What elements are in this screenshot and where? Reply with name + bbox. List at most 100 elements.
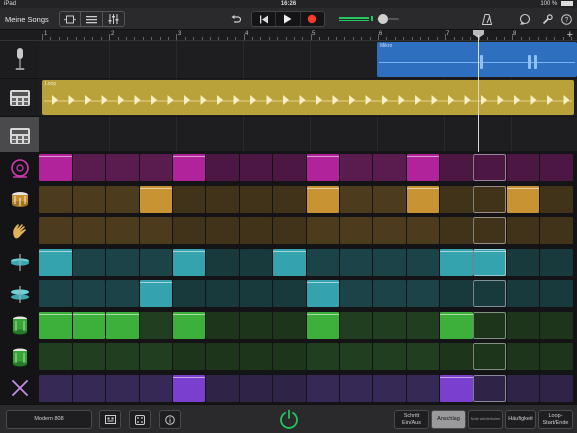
step-pad[interactable] xyxy=(340,185,373,213)
randomize-button[interactable] xyxy=(129,410,151,429)
step-pad[interactable] xyxy=(39,248,72,276)
step-pad[interactable] xyxy=(507,374,540,402)
chance-button[interactable]: Häufigkeit xyxy=(505,410,536,429)
step-pad[interactable] xyxy=(139,217,172,244)
step-pad[interactable] xyxy=(173,154,206,181)
step-pad[interactable] xyxy=(273,248,306,276)
audio-region[interactable]: Mikro xyxy=(377,42,577,77)
step-pad[interactable] xyxy=(273,280,306,307)
step-pad[interactable] xyxy=(306,374,339,402)
step-pad[interactable] xyxy=(173,280,206,307)
tracks-view-button[interactable] xyxy=(81,12,103,26)
step-pad[interactable] xyxy=(507,154,540,181)
step-pad[interactable] xyxy=(206,280,239,307)
master-volume-slider[interactable] xyxy=(377,14,399,24)
step-pad[interactable] xyxy=(39,185,72,213)
step-pad[interactable] xyxy=(139,374,172,402)
step-pad[interactable] xyxy=(273,217,306,244)
step-pad[interactable] xyxy=(507,343,540,370)
step-pad[interactable] xyxy=(39,374,72,402)
step-pad[interactable] xyxy=(173,217,206,244)
step-pad[interactable] xyxy=(373,248,406,276)
step-pad[interactable] xyxy=(507,185,540,213)
step-pad[interactable] xyxy=(273,185,306,213)
pattern-button[interactable] xyxy=(99,410,121,429)
play-button[interactable] xyxy=(276,12,301,26)
step-pad[interactable] xyxy=(440,343,473,370)
step-pad[interactable] xyxy=(306,280,339,307)
step-pad[interactable] xyxy=(39,217,72,244)
step-pad[interactable] xyxy=(373,217,406,244)
step-pad[interactable] xyxy=(507,311,540,339)
step-pad[interactable] xyxy=(306,343,339,370)
step-pad[interactable] xyxy=(39,154,72,181)
step-pad[interactable] xyxy=(173,311,206,339)
drum-row-header-snare[interactable] xyxy=(0,184,39,216)
step-pad[interactable] xyxy=(473,374,506,402)
step-pad[interactable] xyxy=(440,248,473,276)
step-pad[interactable] xyxy=(540,217,573,244)
record-button[interactable] xyxy=(301,12,324,26)
step-pad[interactable] xyxy=(106,280,139,307)
step-pad[interactable] xyxy=(373,185,406,213)
drum-row-header-tom-high[interactable] xyxy=(0,341,39,373)
step-pad[interactable] xyxy=(206,154,239,181)
step-pad[interactable] xyxy=(306,311,339,339)
step-pad[interactable] xyxy=(273,374,306,402)
step-pad[interactable] xyxy=(340,343,373,370)
step-pad[interactable] xyxy=(473,248,506,276)
step-pad[interactable] xyxy=(173,185,206,213)
step-pad[interactable] xyxy=(540,311,573,339)
step-pad[interactable] xyxy=(340,217,373,244)
step-pad[interactable] xyxy=(239,374,273,402)
step-pad[interactable] xyxy=(72,280,106,307)
drum-row-header-clap[interactable] xyxy=(0,215,39,247)
track-header-beat-sequencer-2[interactable] xyxy=(0,117,39,155)
step-pad[interactable] xyxy=(373,311,406,339)
track-lane-beat-sequencer-2[interactable] xyxy=(39,117,577,152)
step-pad[interactable] xyxy=(406,217,440,244)
step-pad[interactable] xyxy=(406,248,440,276)
step-pad[interactable] xyxy=(440,154,473,181)
step-pad[interactable] xyxy=(72,374,106,402)
volume-knob[interactable] xyxy=(378,14,388,24)
step-pad[interactable] xyxy=(239,154,273,181)
step-pad[interactable] xyxy=(206,311,239,339)
step-pad[interactable] xyxy=(406,311,440,339)
step-pad[interactable] xyxy=(373,154,406,181)
step-pad[interactable] xyxy=(273,311,306,339)
step-pad[interactable] xyxy=(373,343,406,370)
step-pad[interactable] xyxy=(406,374,440,402)
playhead[interactable] xyxy=(478,35,479,152)
step-pad[interactable] xyxy=(540,154,573,181)
step-pad[interactable] xyxy=(507,217,540,244)
note-repeat-button[interactable]: Note wiederholen xyxy=(468,410,503,429)
step-pad[interactable] xyxy=(340,374,373,402)
step-pad[interactable] xyxy=(540,280,573,307)
step-pad[interactable] xyxy=(340,311,373,339)
step-pad[interactable] xyxy=(473,280,506,307)
step-pad[interactable] xyxy=(406,343,440,370)
step-pad[interactable] xyxy=(72,154,106,181)
step-pad[interactable] xyxy=(72,217,106,244)
loop-region[interactable]: Loop xyxy=(42,80,574,115)
step-pad[interactable] xyxy=(373,280,406,307)
step-pad[interactable] xyxy=(106,248,139,276)
kit-selector-button[interactable]: Modern 808 xyxy=(6,410,92,429)
step-pad[interactable] xyxy=(39,343,72,370)
step-pad[interactable] xyxy=(273,343,306,370)
step-pad[interactable] xyxy=(206,217,239,244)
drum-row-header-hihat-closed[interactable] xyxy=(0,247,39,279)
step-pad[interactable] xyxy=(306,185,339,213)
step-pad[interactable] xyxy=(306,154,339,181)
step-pad[interactable] xyxy=(206,185,239,213)
track-header-beat-sequencer-1[interactable] xyxy=(0,79,39,117)
step-pad[interactable] xyxy=(473,311,506,339)
step-pad[interactable] xyxy=(340,248,373,276)
step-pad[interactable] xyxy=(106,374,139,402)
step-pad[interactable] xyxy=(473,154,506,181)
step-pad[interactable] xyxy=(72,311,106,339)
step-pad[interactable] xyxy=(139,248,172,276)
velocity-button[interactable]: Anschlag xyxy=(431,410,466,429)
drum-row-header-kick[interactable] xyxy=(0,152,39,184)
